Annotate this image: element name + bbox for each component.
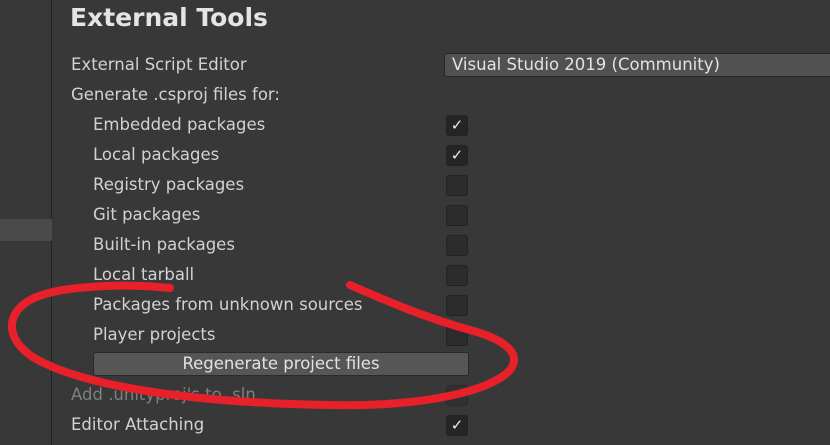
editor-attaching-label: Editor Attaching: [71, 415, 205, 434]
git-packages-label: Git packages: [93, 205, 201, 224]
registry-packages-checkbox[interactable]: [446, 175, 468, 196]
player-projects-label: Player projects: [93, 325, 216, 344]
unknown-sources-label: Packages from unknown sources: [93, 295, 363, 314]
add-unityproj-label: Add .unityproj's to .sln: [71, 385, 256, 404]
regenerate-project-files-button[interactable]: Regenerate project files: [93, 352, 469, 376]
preferences-sidebar: [0, 0, 52, 445]
git-packages-checkbox[interactable]: [446, 205, 468, 226]
local-packages-label: Local packages: [93, 145, 220, 164]
generate-csproj-label: Generate .csproj files for:: [71, 85, 280, 104]
embedded-packages-label: Embedded packages: [93, 115, 266, 134]
local-packages-checkbox[interactable]: ✓: [446, 145, 468, 166]
editor-attaching-checkbox[interactable]: ✓: [446, 415, 468, 436]
local-tarball-checkbox[interactable]: [446, 265, 468, 286]
sidebar-item-selected[interactable]: [0, 219, 52, 241]
local-tarball-label: Local tarball: [93, 265, 195, 284]
registry-packages-label: Registry packages: [93, 175, 245, 194]
add-unityproj-checkbox: [446, 385, 468, 406]
embedded-packages-checkbox[interactable]: ✓: [446, 115, 468, 136]
section-title: External Tools: [70, 3, 268, 32]
builtin-packages-checkbox[interactable]: [446, 235, 468, 256]
unknown-sources-checkbox[interactable]: [446, 295, 468, 316]
external-script-editor-dropdown[interactable]: Visual Studio 2019 (Community): [444, 53, 830, 77]
player-projects-checkbox[interactable]: [446, 325, 468, 346]
builtin-packages-label: Built-in packages: [93, 235, 235, 254]
external-script-editor-label: External Script Editor: [71, 55, 247, 74]
preferences-window: External Tools External Script Editor Vi…: [0, 0, 830, 445]
